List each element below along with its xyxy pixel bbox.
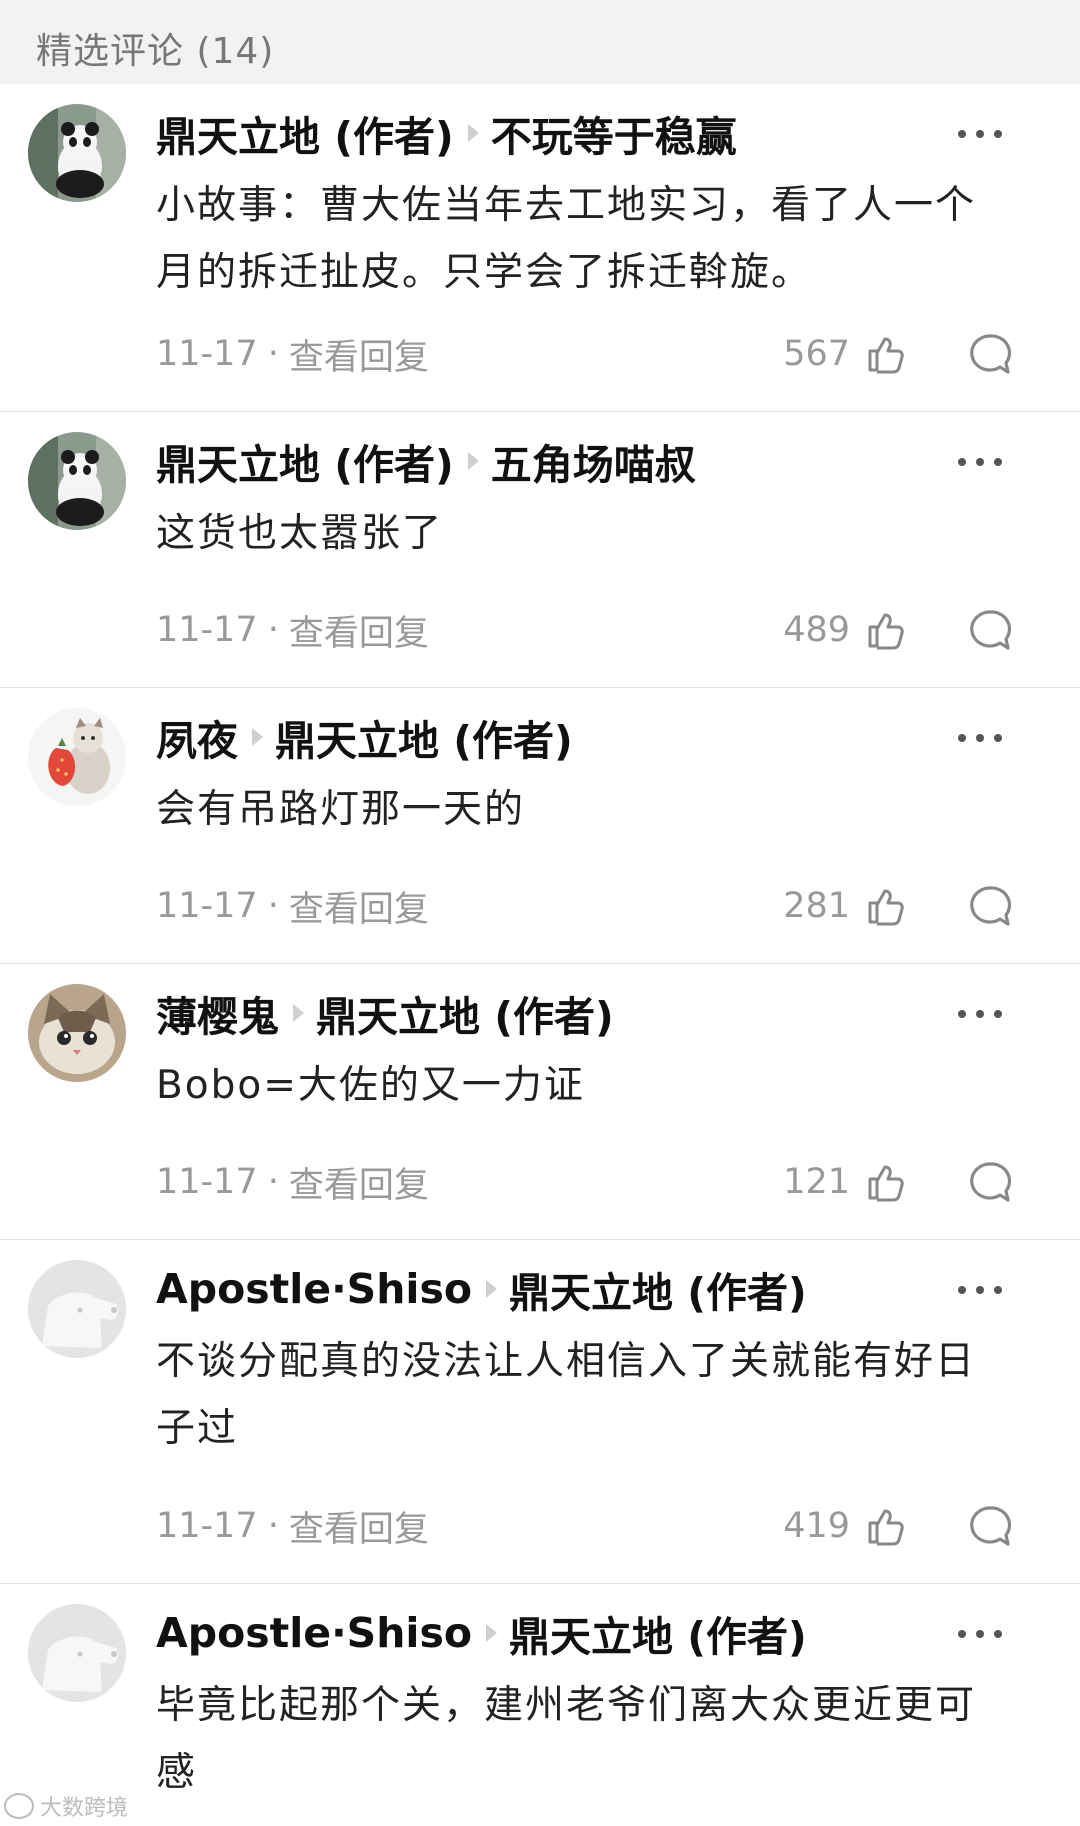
cat-strawberry-avatar[interactable] [28, 708, 126, 806]
panda-avatar[interactable] [28, 432, 126, 530]
reply-to-name[interactable]: 鼎天立地 (作者) [316, 983, 614, 1043]
reply-bubble-icon[interactable] [968, 1160, 1012, 1204]
like-button[interactable]: 281 [783, 880, 906, 932]
thumbs-up-icon [868, 889, 904, 926]
comment-item: Apostle·Shiso 鼎天立地 (作者) 不谈分配真的没法让人相信入了关就… [0, 1240, 1080, 1584]
reply-bubble-icon[interactable] [968, 1504, 1012, 1548]
reply-to-name[interactable]: 鼎天立地 (作者) [509, 1259, 807, 1319]
reply-bubble-icon[interactable] [968, 608, 1012, 652]
comment-date: 11-17 [156, 886, 258, 926]
comment-item: 鼎天立地 (作者) 不玩等于稳赢 小故事：曹大佐当年去工地实习，看了人一个月的拆… [0, 84, 1080, 412]
thumbs-up-icon [868, 337, 904, 374]
more-options-icon[interactable] [958, 458, 1012, 470]
author-name[interactable]: Apostle·Shiso [156, 1265, 472, 1313]
comment-header: Apostle·Shiso 鼎天立地 (作者) [156, 1602, 936, 1664]
reply-to-name[interactable]: 不玩等于稳赢 [491, 103, 737, 163]
default-avatar[interactable] [28, 1260, 126, 1358]
comment-date: 11-17 [156, 1162, 258, 1202]
reply-arrow-icon [252, 728, 263, 746]
more-options-icon[interactable] [958, 734, 1012, 746]
comment-text: 小故事：曹大佐当年去工地实习，看了人一个月的拆迁扯皮。只学会了拆迁斡旋。 [156, 183, 977, 295]
reply-arrow-icon [293, 1004, 304, 1022]
default-avatar[interactable] [28, 1604, 126, 1702]
author-name[interactable]: 薄樱鬼 [156, 983, 279, 1043]
comment-item: 鼎天立地 (作者) 五角场喵叔 这货也太嚣张了 11-17 · 查看回复 489 [0, 412, 1080, 688]
view-replies-link[interactable]: 查看回复 [289, 329, 429, 380]
comment-header: 薄樱鬼 鼎天立地 (作者) [156, 982, 936, 1044]
meta-separator: · [267, 886, 279, 926]
section-title: 精选评论 (14) [36, 31, 275, 72]
reply-to-name[interactable]: 鼎天立地 (作者) [275, 707, 573, 767]
comment-text: Bobo=大佐的又一力证 [156, 1063, 585, 1108]
reply-arrow-icon [486, 1280, 498, 1298]
view-replies-link[interactable]: 查看回复 [289, 1157, 429, 1208]
thumbs-up-icon [868, 1165, 904, 1202]
comment-header: Apostle·Shiso 鼎天立地 (作者) [156, 1258, 936, 1320]
reply-arrow-icon [467, 124, 479, 142]
comment-item: 夙夜 鼎天立地 (作者) 会有吊路灯那一天的 11-17 · 查看回复 281 [0, 688, 1080, 964]
reply-to-name[interactable]: 鼎天立地 (作者) [509, 1603, 807, 1663]
comment-item: Apostle·Shiso 鼎天立地 (作者) 毕竟比起那个关，建州老爷们离大众… [0, 1584, 1080, 1826]
view-replies-link[interactable]: 查看回复 [289, 1501, 429, 1552]
meta-separator: · [267, 334, 279, 374]
panda-avatar[interactable] [28, 104, 126, 202]
comment-meta: 11-17 · 查看回复 [156, 880, 429, 932]
reply-to-name[interactable]: 五角场喵叔 [491, 431, 696, 491]
like-count: 281 [783, 886, 850, 926]
thumbs-up-icon [868, 613, 904, 650]
meta-separator: · [267, 610, 279, 650]
more-options-icon[interactable] [958, 130, 1012, 142]
like-count: 121 [783, 1162, 850, 1202]
meta-separator: · [267, 1506, 279, 1546]
view-replies-link[interactable]: 查看回复 [289, 881, 429, 932]
like-button[interactable]: 121 [783, 1156, 906, 1208]
comment-text: 毕竟比起那个关，建州老爷们离大众更近更可感 [156, 1683, 977, 1795]
like-button[interactable]: 419 [783, 1500, 906, 1552]
like-button[interactable]: 489 [783, 604, 906, 656]
watermark-logo-icon [4, 1793, 34, 1819]
cat-face-avatar[interactable] [28, 984, 126, 1082]
watermark-text: 大数跨境 [40, 1796, 129, 1821]
comment-text: 这货也太嚣张了 [156, 511, 444, 556]
reply-arrow-icon [486, 1624, 498, 1642]
comment-meta: 11-17 · 查看回复 [156, 604, 429, 656]
more-options-icon[interactable] [958, 1010, 1012, 1022]
comment-meta: 11-17 · 查看回复 [156, 1156, 429, 1208]
more-options-icon[interactable] [958, 1286, 1012, 1298]
author-name[interactable]: 鼎天立地 (作者) [156, 431, 454, 491]
author-name[interactable]: 鼎天立地 (作者) [156, 103, 454, 163]
comment-text: 会有吊路灯那一天的 [156, 787, 526, 832]
comment-header: 鼎天立地 (作者) 五角场喵叔 [156, 430, 936, 492]
view-replies-link[interactable]: 查看回复 [289, 605, 429, 656]
like-button[interactable]: 567 [783, 328, 906, 380]
comment-meta: 11-17 · 查看回复 [156, 1500, 429, 1552]
like-count: 489 [783, 610, 850, 650]
comment-meta: 11-17 · 查看回复 [156, 328, 429, 380]
reply-bubble-icon[interactable] [968, 332, 1012, 376]
comment-date: 11-17 [156, 1506, 258, 1546]
comment-header: 鼎天立地 (作者) 不玩等于稳赢 [156, 102, 936, 164]
watermark: 大数跨境 [4, 1790, 128, 1822]
meta-separator: · [267, 1162, 279, 1202]
comment-item: 薄樱鬼 鼎天立地 (作者) Bobo=大佐的又一力证 11-17 · 查看回复 … [0, 964, 1080, 1240]
like-count: 419 [783, 1506, 850, 1546]
more-options-icon[interactable] [958, 1630, 1012, 1642]
comment-date: 11-17 [156, 610, 258, 650]
thumbs-up-icon [868, 1509, 904, 1546]
comment-header: 夙夜 鼎天立地 (作者) [156, 706, 936, 768]
like-count: 567 [783, 334, 850, 374]
author-name[interactable]: Apostle·Shiso [156, 1609, 472, 1657]
reply-bubble-icon[interactable] [968, 884, 1012, 928]
author-name[interactable]: 夙夜 [156, 707, 238, 767]
section-header: 精选评论 (14) [0, 0, 1080, 84]
comment-text: 不谈分配真的没法让人相信入了关就能有好日子过 [156, 1339, 977, 1451]
reply-arrow-icon [467, 452, 479, 470]
comment-date: 11-17 [156, 334, 258, 374]
